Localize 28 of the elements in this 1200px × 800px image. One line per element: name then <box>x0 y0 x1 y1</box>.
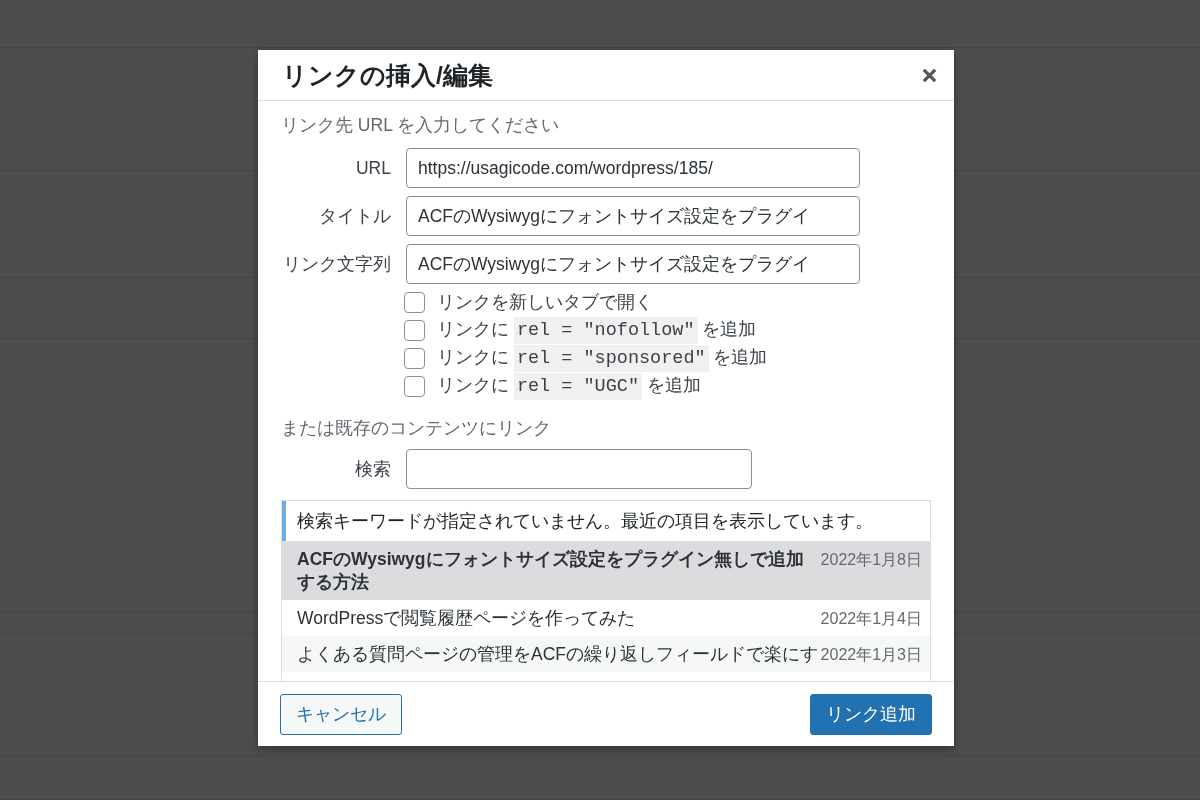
result-date: 2022年1月4日 <box>820 609 922 629</box>
cancel-button[interactable]: キャンセル <box>280 693 402 735</box>
close-icon <box>921 67 937 83</box>
search-field[interactable] <box>406 449 752 489</box>
input-field[interactable]: ACFのWysiwygにフォントサイズ設定をプラグイ <box>406 244 860 284</box>
checkbox[interactable] <box>404 347 425 369</box>
result-item[interactable]: よくある質問ページの管理をACFの繰り返しフィールドで楽にす 2022年1月3日 <box>282 636 930 672</box>
add-link-button[interactable]: リンク追加 <box>810 693 932 735</box>
field-label: リンク文字列 <box>283 253 391 276</box>
result-date: 2022年1月8日 <box>820 550 922 570</box>
input-field[interactable]: ACFのWysiwygにフォントサイズ設定をプラグイ <box>406 196 860 236</box>
result-title: よくある質問ページの管理をACFの繰り返しフィールドで楽にす <box>297 643 819 666</box>
section-heading: リンク先 URL を入力してください <box>281 114 560 136</box>
result-date: 2022年1月3日 <box>820 645 922 665</box>
field-label: URL <box>356 157 391 179</box>
checkbox[interactable] <box>404 375 425 397</box>
result-title: WordPressで閲覧履歴ページを作ってみた <box>297 607 637 630</box>
result-item[interactable]: ACFのWysiwygにフォントサイズ設定をプラグイン無しで追加する方法 2022年1月8日 <box>282 541 930 600</box>
dialog-title: リンクの挿入/編集 <box>282 60 493 91</box>
input-field[interactable]: https://usagicode.com/wordpress/185/ <box>406 148 860 188</box>
section-heading: または既存のコンテンツにリンク <box>281 417 551 439</box>
checkbox[interactable] <box>404 319 425 341</box>
checkbox-label: リンクを新しいタブで開く <box>437 291 653 314</box>
field-label: タイトル <box>319 205 391 228</box>
checkbox[interactable] <box>404 291 425 313</box>
checkbox-label: リンクに rel = "UGC" を追加 <box>437 371 701 401</box>
field-label: 検索 <box>355 458 391 481</box>
result-title: ACFのWysiwygにフォントサイズ設定をプラグイン無しで追加する方法 <box>297 548 805 594</box>
